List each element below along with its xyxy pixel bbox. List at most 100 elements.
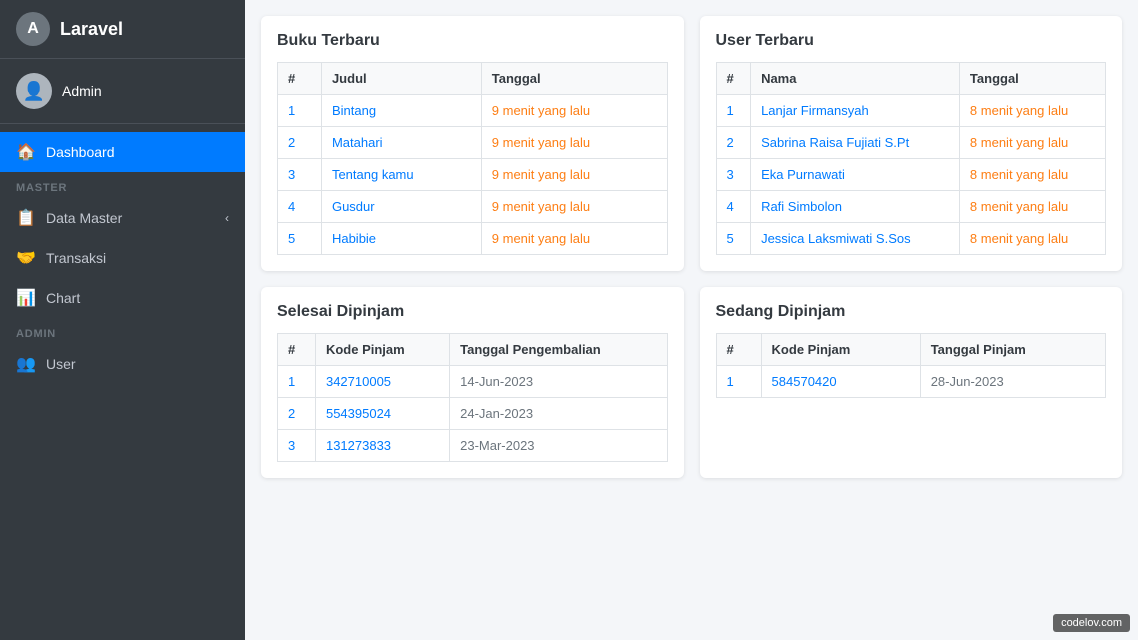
selesai-dipinjam-table: # Kode Pinjam Tanggal Pengembalian 1 342… <box>277 333 668 462</box>
brand-name: Laravel <box>60 19 123 40</box>
row-nama: Sabrina Raisa Fujiati S.Pt <box>751 127 960 159</box>
row-tanggal: 14-Jun-2023 <box>450 366 667 398</box>
cards-grid: Buku Terbaru # Judul Tanggal 1 Bintang 9… <box>261 16 1122 478</box>
user-name: Admin <box>62 83 102 99</box>
selesai-dipinjam-title: Selesai Dipinjam <box>277 303 668 321</box>
sidebar-user: 👤 Admin <box>0 59 245 124</box>
watermark: codelov.com <box>1053 614 1130 632</box>
row-kode: 342710005 <box>315 366 449 398</box>
table-row: 4 Rafi Simbolon 8 menit yang lalu <box>716 191 1106 223</box>
table-row: 3 Tentang kamu 9 menit yang lalu <box>278 159 668 191</box>
col-kode: Kode Pinjam <box>315 334 449 366</box>
row-num: 2 <box>278 127 322 159</box>
table-row: 2 Matahari 9 menit yang lalu <box>278 127 668 159</box>
buku-terbaru-card: Buku Terbaru # Judul Tanggal 1 Bintang 9… <box>261 16 684 271</box>
row-num: 2 <box>716 127 751 159</box>
col-judul: Judul <box>321 63 481 95</box>
user-terbaru-card: User Terbaru # Nama Tanggal 1 Lanjar Fir… <box>700 16 1123 271</box>
row-num: 1 <box>278 95 322 127</box>
col-num: # <box>716 334 761 366</box>
sidebar-item-dashboard[interactable]: 🏠 Dashboard <box>0 132 245 172</box>
row-nama: Eka Purnawati <box>751 159 960 191</box>
brand: A Laravel <box>0 0 245 59</box>
sidebar-item-label: Chart <box>46 290 80 306</box>
row-num: 5 <box>716 223 751 255</box>
table-row: 2 Sabrina Raisa Fujiati S.Pt 8 menit yan… <box>716 127 1106 159</box>
row-tanggal: 24-Jan-2023 <box>450 398 667 430</box>
col-num: # <box>278 63 322 95</box>
row-tanggal: 8 menit yang lalu <box>959 191 1105 223</box>
data-master-icon: 📋 <box>16 208 36 228</box>
col-num: # <box>278 334 316 366</box>
row-num: 2 <box>278 398 316 430</box>
row-tanggal: 9 menit yang lalu <box>481 95 667 127</box>
buku-terbaru-title: Buku Terbaru <box>277 32 668 50</box>
row-tanggal: 8 menit yang lalu <box>959 159 1105 191</box>
row-num: 1 <box>716 95 751 127</box>
row-tanggal: 8 menit yang lalu <box>959 95 1105 127</box>
user-terbaru-title: User Terbaru <box>716 32 1107 50</box>
table-row: 5 Jessica Laksmiwati S.Sos 8 menit yang … <box>716 223 1106 255</box>
sidebar-section-admin: ADMIN <box>0 318 245 344</box>
row-num: 3 <box>278 430 316 462</box>
sidebar-item-transaksi[interactable]: 🤝 Transaksi <box>0 238 245 278</box>
col-tanggal-pengembalian: Tanggal Pengembalian <box>450 334 667 366</box>
row-tanggal: 9 menit yang lalu <box>481 223 667 255</box>
sidebar-section-master: MASTER <box>0 172 245 198</box>
sidebar-item-user[interactable]: 👥 User <box>0 344 245 384</box>
sidebar: A Laravel 👤 Admin 🏠 Dashboard MASTER 📋 D… <box>0 0 245 640</box>
table-row: 1 Lanjar Firmansyah 8 menit yang lalu <box>716 95 1106 127</box>
sidebar-item-chart[interactable]: 📊 Chart <box>0 278 245 318</box>
row-tanggal: 9 menit yang lalu <box>481 159 667 191</box>
table-row: 3 131273833 23-Mar-2023 <box>278 430 668 462</box>
table-row: 1 584570420 28-Jun-2023 <box>716 366 1106 398</box>
row-judul: Habibie <box>321 223 481 255</box>
sidebar-item-data-master[interactable]: 📋 Data Master ‹ <box>0 198 245 238</box>
chart-icon: 📊 <box>16 288 36 308</box>
user-icon: 👥 <box>16 354 36 374</box>
row-num: 3 <box>716 159 751 191</box>
sedang-dipinjam-table: # Kode Pinjam Tanggal Pinjam 1 584570420… <box>716 333 1107 398</box>
row-kode: 131273833 <box>315 430 449 462</box>
row-nama: Rafi Simbolon <box>751 191 960 223</box>
row-kode: 554395024 <box>315 398 449 430</box>
sidebar-nav: 🏠 Dashboard MASTER 📋 Data Master ‹ 🤝 Tra… <box>0 124 245 640</box>
col-tanggal-pinjam: Tanggal Pinjam <box>920 334 1105 366</box>
sidebar-item-label: Dashboard <box>46 144 115 160</box>
row-num: 3 <box>278 159 322 191</box>
table-row: 1 342710005 14-Jun-2023 <box>278 366 668 398</box>
user-terbaru-table: # Nama Tanggal 1 Lanjar Firmansyah 8 men… <box>716 62 1107 255</box>
row-tanggal: 9 menit yang lalu <box>481 191 667 223</box>
col-tanggal: Tanggal <box>959 63 1105 95</box>
row-tanggal: 8 menit yang lalu <box>959 127 1105 159</box>
brand-logo: A <box>16 12 50 46</box>
table-row: 1 Bintang 9 menit yang lalu <box>278 95 668 127</box>
row-tanggal: 28-Jun-2023 <box>920 366 1105 398</box>
table-row: 2 554395024 24-Jan-2023 <box>278 398 668 430</box>
table-row: 5 Habibie 9 menit yang lalu <box>278 223 668 255</box>
row-judul: Tentang kamu <box>321 159 481 191</box>
chevron-icon: ‹ <box>225 211 229 225</box>
sedang-dipinjam-title: Sedang Dipinjam <box>716 303 1107 321</box>
row-num: 5 <box>278 223 322 255</box>
row-tanggal: 9 menit yang lalu <box>481 127 667 159</box>
transaksi-icon: 🤝 <box>16 248 36 268</box>
col-tanggal: Tanggal <box>481 63 667 95</box>
row-nama: Jessica Laksmiwati S.Sos <box>751 223 960 255</box>
sidebar-item-label: Data Master <box>46 210 122 226</box>
table-row: 3 Eka Purnawati 8 menit yang lalu <box>716 159 1106 191</box>
col-num: # <box>716 63 751 95</box>
sedang-dipinjam-card: Sedang Dipinjam # Kode Pinjam Tanggal Pi… <box>700 287 1123 478</box>
row-nama: Lanjar Firmansyah <box>751 95 960 127</box>
row-num: 4 <box>716 191 751 223</box>
main-content: Buku Terbaru # Judul Tanggal 1 Bintang 9… <box>245 0 1138 640</box>
dashboard-icon: 🏠 <box>16 142 36 162</box>
row-num: 1 <box>278 366 316 398</box>
row-tanggal: 23-Mar-2023 <box>450 430 667 462</box>
row-tanggal: 8 menit yang lalu <box>959 223 1105 255</box>
selesai-dipinjam-card: Selesai Dipinjam # Kode Pinjam Tanggal P… <box>261 287 684 478</box>
row-kode: 584570420 <box>761 366 920 398</box>
col-nama: Nama <box>751 63 960 95</box>
row-judul: Bintang <box>321 95 481 127</box>
row-num: 4 <box>278 191 322 223</box>
